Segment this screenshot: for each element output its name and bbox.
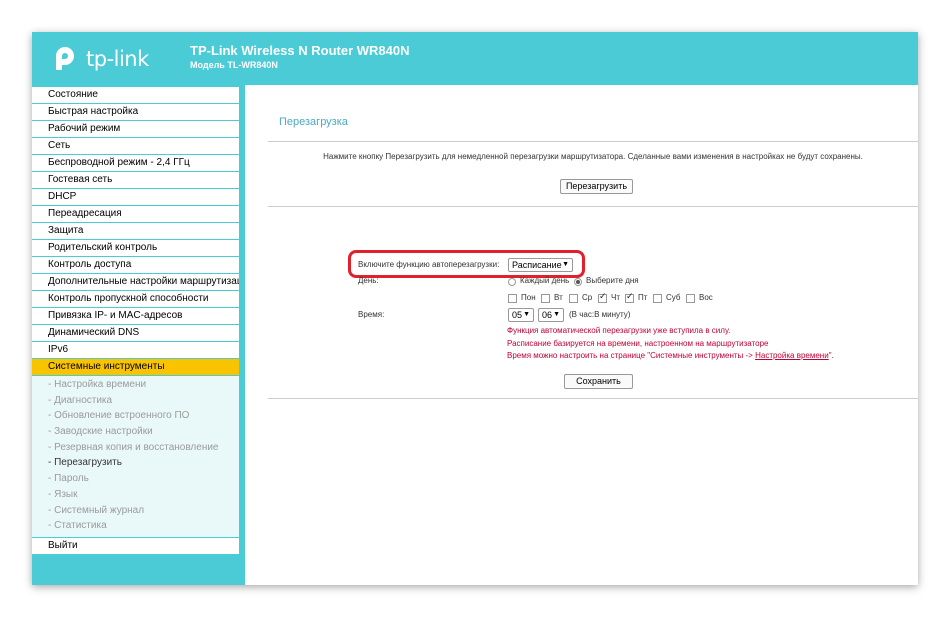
sidebar-item-parental-control[interactable]: Родительский контроль <box>32 240 239 256</box>
sidebar-item-status[interactable]: Состояние <box>32 87 239 103</box>
sidebar-item-forwarding[interactable]: Переадресация <box>32 206 239 222</box>
submenu-item-diagnostics[interactable]: - Диагностика <box>32 393 239 409</box>
checkbox-thu[interactable] <box>598 292 607 303</box>
checkbox-wed[interactable] <box>569 294 578 303</box>
save-button[interactable]: Сохранить <box>564 374 633 389</box>
submenu-item-language[interactable]: - Язык <box>32 487 239 503</box>
sidebar-item-dhcp[interactable]: DHCP <box>32 189 239 205</box>
system-tools-submenu: - Настройка времени - Диагностика - Обно… <box>32 376 239 537</box>
divider <box>268 206 918 207</box>
checkbox-sat-label: Суб <box>666 293 681 302</box>
hour-select-value: 05 <box>512 310 523 320</box>
radio-select-days-label: Выберите дня <box>586 276 639 285</box>
highlight-annotation <box>348 250 585 278</box>
submenu-item-factory-defaults[interactable]: - Заводские настройки <box>32 424 239 440</box>
sidebar-item-guest-network[interactable]: Гостевая сеть <box>32 172 239 188</box>
minute-select[interactable]: 06 ▼ <box>538 308 564 322</box>
sidebar-item-security[interactable]: Защита <box>32 223 239 239</box>
sidebar-item-logout[interactable]: Выйти <box>32 537 239 554</box>
submenu-item-password[interactable]: - Пароль <box>32 471 239 487</box>
checkbox-tue-label: Вт <box>554 293 563 302</box>
sidebar-item-system-tools[interactable]: Системные инструменты <box>32 359 239 375</box>
notice-schedule-based: Расписание базируется на времени, настро… <box>507 339 769 348</box>
time-format-hint: (В час:В минуту) <box>569 310 631 319</box>
checkbox-sat[interactable] <box>653 294 662 303</box>
router-title: TP-Link Wireless N Router WR840N <box>190 43 410 58</box>
tp-link-logo-icon <box>56 47 74 70</box>
tp-link-logo: tp-link <box>50 44 150 74</box>
dropdown-arrow-icon: ▼ <box>553 311 560 318</box>
checkbox-tue[interactable] <box>541 294 550 303</box>
main-content: Перезагрузка Нажмите кнопку Перезагрузит… <box>245 85 918 585</box>
checkbox-wed-label: Ср <box>582 293 593 302</box>
sidebar-item-bandwidth-control[interactable]: Контроль пропускной способности <box>32 291 239 307</box>
day-label: День: <box>358 276 379 285</box>
dropdown-arrow-icon: ▼ <box>523 311 530 318</box>
time-label: Время: <box>358 310 385 319</box>
logo-text: tp-link <box>86 47 149 71</box>
reboot-button[interactable]: Перезагрузить <box>560 179 633 194</box>
sidebar-item-access-control[interactable]: Контроль доступа <box>32 257 239 273</box>
sidebar-item-ipv6[interactable]: IPv6 <box>32 342 239 358</box>
hour-select[interactable]: 05 ▼ <box>508 308 534 322</box>
checkbox-fri[interactable] <box>625 292 634 303</box>
notice-time-config-suffix: ". <box>828 351 834 360</box>
sidebar-item-network[interactable]: Сеть <box>32 138 239 154</box>
checkbox-fri-label: Пт <box>638 293 648 302</box>
radio-select-days[interactable] <box>574 278 582 286</box>
divider <box>268 398 918 399</box>
submenu-item-backup-restore[interactable]: - Резервная копия и восстановление <box>32 440 239 456</box>
sidebar: Состояние Быстрая настройка Рабочий режи… <box>32 85 245 585</box>
sidebar-item-ip-mac-binding[interactable]: Привязка IP- и MAC-адресов <box>32 308 239 324</box>
sidebar-item-wireless[interactable]: Беспроводной режим - 2,4 ГГц <box>32 155 239 171</box>
notice-time-config: Время можно настроить на странице "Систе… <box>507 351 834 360</box>
reboot-description: Нажмите кнопку Перезагрузить для немедле… <box>323 152 863 161</box>
time-settings-link[interactable]: Настройка времени <box>755 351 829 360</box>
sidebar-item-quick-setup[interactable]: Быстрая настройка <box>32 104 239 120</box>
sidebar-item-dynamic-dns[interactable]: Динамический DNS <box>32 325 239 341</box>
checkbox-sun[interactable] <box>686 294 695 303</box>
submenu-item-statistics[interactable]: - Статистика <box>32 518 239 534</box>
checkbox-sun-label: Вос <box>699 293 713 302</box>
submenu-item-firmware-upgrade[interactable]: - Обновление встроенного ПО <box>32 408 239 424</box>
minute-select-value: 06 <box>542 310 553 320</box>
checkbox-mon-label: Пон <box>521 293 536 302</box>
notice-auto-reboot-active: Функция автоматической перезагрузки уже … <box>507 326 731 335</box>
radio-every-day-label: Каждый день <box>520 276 570 285</box>
submenu-item-system-log[interactable]: - Системный журнал <box>32 503 239 519</box>
sidebar-item-operation-mode[interactable]: Рабочий режим <box>32 121 239 137</box>
router-admin-window: tp-link TP-Link Wireless N Router WR840N… <box>32 32 918 585</box>
radio-every-day[interactable] <box>508 278 516 286</box>
router-model: Модель TL-WR840N <box>190 60 278 70</box>
submenu-item-reboot[interactable]: - Перезагрузить <box>32 455 239 471</box>
divider <box>268 141 918 142</box>
notice-time-config-text: Время можно настроить на странице "Систе… <box>507 351 753 360</box>
header-bar: tp-link TP-Link Wireless N Router WR840N… <box>32 32 918 85</box>
checkbox-mon[interactable] <box>508 294 517 303</box>
page-title: Перезагрузка <box>279 116 348 128</box>
sidebar-item-advanced-routing[interactable]: Дополнительные настройки маршрутизации <box>32 274 239 290</box>
checkbox-thu-label: Чт <box>611 293 620 302</box>
submenu-item-time-settings[interactable]: - Настройка времени <box>32 377 239 393</box>
